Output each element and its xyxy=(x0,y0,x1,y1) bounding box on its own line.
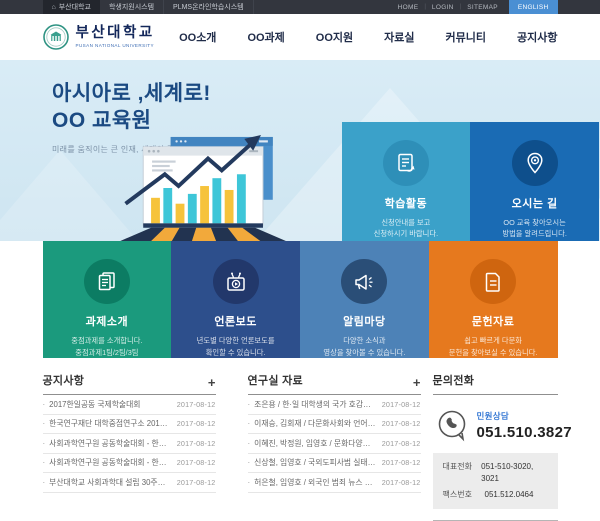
tile-literature-archive[interactable]: 문헌자료 쉽고 빠르게 다문화 문헌을 찾아보실 수 있습니다. xyxy=(429,241,558,358)
notice-list-item[interactable]: · 사회과학연구원 공동학술대회 - 한국의 다문화... 2017-08-12 xyxy=(43,434,216,454)
bullet: · xyxy=(248,400,251,409)
tile-icon-circle xyxy=(341,259,387,304)
tile-desc: 중점과제를 소개합니다. 중점과제1팀/2팀/3팀 xyxy=(71,335,142,358)
tile-project-intro[interactable]: 과제소개 중점과제를 소개합니다. 중점과제1팀/2팀/3팀 xyxy=(43,241,172,358)
tile-desc: 쉽고 빠르게 다문화 문헌을 찾아보실 수 있습니다. xyxy=(449,335,538,358)
contact-row-fax: 팩스번호 051.512.0464 xyxy=(443,489,548,501)
bottom-boards: 공지사항 + · 2017한일공동 국제학술대회 2017-08-12 · 한국… xyxy=(0,372,600,521)
counsel-phone-number[interactable]: 051.510.3827 xyxy=(477,424,572,441)
tile-title: 알림마당 xyxy=(343,313,385,329)
phone-bubble-icon xyxy=(435,408,469,442)
research-list-item[interactable]: · 이재승, 김회재 / 다문화사회와 언어교육정책... 2017-08-12 xyxy=(248,415,421,435)
bullet: · xyxy=(248,439,251,448)
hero-title-line2: OO 교육원 xyxy=(52,107,211,134)
nav-item-intro[interactable]: OO소개 xyxy=(179,29,216,45)
tile-news-board[interactable]: 알림마당 다양한 소식과 영상을 찾아볼 수 있습니다. xyxy=(300,241,429,358)
utility-left-links: ⌂ 부산대학교 학생지원시스템 PLMS온라인학습시스템 xyxy=(43,0,254,14)
tile-desc: 년도별 다양한 언론보도를 확인할 수 있습니다. xyxy=(197,335,275,358)
utility-link-label: 학생지원시스템 xyxy=(109,2,154,12)
utility-link-login[interactable]: LOGIN xyxy=(426,0,460,14)
main-nav: OO소개 OO과제 OO지원 자료실 커뮤니티 공지사항 xyxy=(179,14,557,60)
utility-link-pnu-home[interactable]: ⌂ 부산대학교 xyxy=(43,0,100,14)
logo-title: 부산대학교 xyxy=(76,26,155,42)
tile-icon-circle xyxy=(512,140,558,186)
utility-bar: ⌂ 부산대학교 학생지원시스템 PLMS온라인학습시스템 HOME | LOGI… xyxy=(0,0,600,14)
bullet: · xyxy=(43,478,46,487)
home-icon: ⌂ xyxy=(52,4,56,11)
tile-directions[interactable]: 오시는 길 OO 교육 찾아오시는 방법을 알려드립니다. xyxy=(470,122,599,241)
contact-board: 문의전화 민원상담 051.510.3827 대표전화 051-510-3020… xyxy=(433,372,558,521)
nav-item-community[interactable]: 커뮤니티 xyxy=(446,29,486,45)
documents-icon xyxy=(95,270,119,294)
tile-icon-circle xyxy=(470,259,516,304)
bullet: · xyxy=(248,478,251,487)
utility-link-sitemap[interactable]: SITEMAP xyxy=(461,0,504,14)
document-pen-icon xyxy=(394,151,418,175)
nav-item-support[interactable]: OO지원 xyxy=(316,29,353,45)
tile-desc: OO 교육 찾아오시는 방법을 알려드립니다. xyxy=(502,217,566,240)
megaphone-icon xyxy=(352,270,376,294)
tile-icon-circle xyxy=(84,259,130,304)
nav-item-projects[interactable]: OO과제 xyxy=(247,29,284,45)
notice-list-item[interactable]: · 한국연구재단 대학중점연구소 2017영호남... 2017-08-12 xyxy=(43,415,216,435)
tile-press-coverage[interactable]: 언론보도 년도별 다양한 언론보도를 확인할 수 있습니다. xyxy=(171,241,300,358)
research-list-item[interactable]: · 허은철, 임영호 / 외국인 범죄 뉴스 접촉이 수용자... 2017-0… xyxy=(248,473,421,493)
research-list-item[interactable]: · 이혜진, 박정원, 임영호 / 문화다양성 확산 사업... 2017-08… xyxy=(248,434,421,454)
nav-item-notice[interactable]: 공지사항 xyxy=(517,29,557,45)
utility-link-student-system[interactable]: 학생지원시스템 xyxy=(100,0,164,14)
bullet: · xyxy=(248,419,251,428)
notice-more-button[interactable]: + xyxy=(208,378,216,388)
research-list-item[interactable]: · 신상철, 임영호 / 국외도피사범 실태 및 국내송환... 2017-08… xyxy=(248,454,421,474)
nav-item-archive[interactable]: 자료실 xyxy=(384,29,414,45)
research-more-button[interactable]: + xyxy=(413,378,421,388)
hero-title-line1: 아시아로 ,세계로! xyxy=(52,80,211,107)
bullet: · xyxy=(43,419,46,428)
bullet: · xyxy=(43,400,46,409)
site-header: 부산대학교 PUSAN NATIONAL UNIVERSITY OO소개 OO과… xyxy=(0,14,600,60)
bullet: · xyxy=(248,458,251,467)
english-button[interactable]: ENGLISH xyxy=(509,0,558,14)
counsel-label: 민원상담 xyxy=(477,410,572,422)
document-icon xyxy=(481,270,505,294)
notice-list-item[interactable]: · 2017한일공동 국제학술대회 2017-08-12 xyxy=(43,395,216,415)
utility-link-label: 부산대학교 xyxy=(59,2,91,12)
tile-title: 언론보도 xyxy=(214,313,256,329)
university-emblem-icon xyxy=(43,24,69,50)
tile-title: 과제소개 xyxy=(86,313,128,329)
notice-list-item[interactable]: · 사회과학연구원 공동학술대회 - 한국의 다문화... 2017-08-12 xyxy=(43,454,216,474)
growth-chart-illustration xyxy=(118,135,298,241)
hero-banner: 아시아로 ,세계로! OO 교육원 미래를 움직이는 큰 인재, 세계의 주역 xyxy=(0,60,600,241)
university-logo[interactable]: 부산대학교 PUSAN NATIONAL UNIVERSITY xyxy=(43,24,155,50)
contact-row-main-line: 대표전화 051-510-3020, 3021 xyxy=(443,461,548,485)
quick-tiles-row1: 학습활동 신청안내를 보고 신청하시기 바랍니다. 오시는 길 OO 교육 찾아… xyxy=(342,122,600,241)
tile-title: 학습활동 xyxy=(385,195,427,211)
quick-tiles-row2: 과제소개 중점과제를 소개합니다. 중점과제1팀/2팀/3팀 언론보도 년도별 … xyxy=(43,241,558,358)
tile-desc: 다양한 소식과 영상을 찾아볼 수 있습니다. xyxy=(323,335,405,358)
utility-right-links: HOME | LOGIN | SITEMAP ENGLISH xyxy=(392,0,558,14)
tile-desc: 신청안내를 보고 신청하시기 바랍니다. xyxy=(374,217,438,240)
utility-link-label: PLMS온라인학습시스템 xyxy=(173,2,244,12)
utility-link-home[interactable]: HOME xyxy=(392,0,425,14)
notice-board-title: 공지사항 xyxy=(43,372,85,388)
research-board-title: 연구실 자료 xyxy=(248,372,303,388)
tile-icon-circle xyxy=(213,259,259,304)
contact-info-box: 대표전화 051-510-3020, 3021 팩스번호 051.512.046… xyxy=(433,453,558,509)
tile-title: 문헌자료 xyxy=(472,313,514,329)
notice-list-item[interactable]: · 부산대학교 사회과학대 설립 30주년,사회과학... 2017-08-12 xyxy=(43,473,216,493)
research-list-item[interactable]: · 조은용 / 한·일 대학생의 국가 호감도에 미치는... 2017-08-… xyxy=(248,395,421,415)
map-pin-icon xyxy=(523,151,547,175)
research-board: 연구실 자료 + · 조은용 / 한·일 대학생의 국가 호감도에 미치는...… xyxy=(248,372,421,521)
utility-link-plms[interactable]: PLMS온라인학습시스템 xyxy=(164,0,254,14)
tile-title: 오시는 길 xyxy=(512,195,558,211)
logo-subtitle: PUSAN NATIONAL UNIVERSITY xyxy=(76,43,155,48)
bullet: · xyxy=(43,439,46,448)
contact-board-title: 문의전화 xyxy=(433,372,475,388)
notice-board: 공지사항 + · 2017한일공동 국제학술대회 2017-08-12 · 한국… xyxy=(43,372,216,521)
tile-icon-circle xyxy=(383,140,429,186)
tv-media-icon xyxy=(224,270,248,294)
tile-learning-activity[interactable]: 학습활동 신청안내를 보고 신청하시기 바랍니다. xyxy=(342,122,471,241)
bullet: · xyxy=(43,458,46,467)
